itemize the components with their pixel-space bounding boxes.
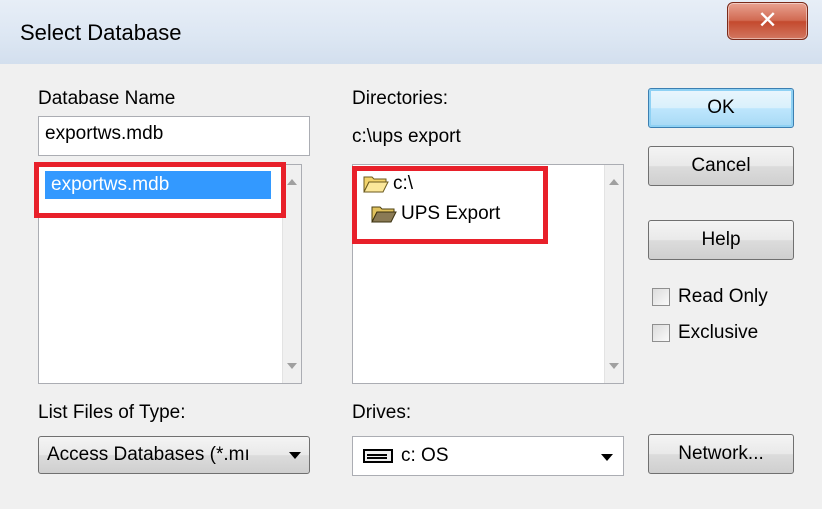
drives-label: Drives: bbox=[352, 402, 412, 423]
select-database-dialog: Select Database ✕ Database Name exportws… bbox=[0, 0, 822, 509]
chevron-down-icon[interactable] bbox=[289, 452, 301, 459]
read-only-checkbox[interactable] bbox=[652, 288, 670, 306]
exclusive-checkbox[interactable] bbox=[652, 324, 670, 342]
file-type-label: List Files of Type: bbox=[38, 402, 186, 423]
title-bar[interactable]: Select Database ✕ bbox=[0, 0, 822, 65]
drives-select[interactable]: c: OS bbox=[352, 436, 624, 476]
close-button[interactable]: ✕ bbox=[727, 2, 808, 40]
window-title: Select Database bbox=[20, 20, 182, 45]
ok-button[interactable]: OK bbox=[648, 88, 794, 128]
close-icon: ✕ bbox=[757, 7, 778, 34]
read-only-label: Read Only bbox=[678, 286, 768, 307]
drives-value: c: OS bbox=[401, 445, 449, 466]
scroll-down-icon[interactable] bbox=[609, 363, 619, 369]
hard-drive-icon bbox=[363, 449, 393, 463]
file-type-select[interactable]: Access Databases (*.mı bbox=[38, 436, 310, 474]
directories-label: Directories: bbox=[352, 88, 449, 109]
directory-scrollbar[interactable] bbox=[604, 165, 623, 383]
scroll-up-icon[interactable] bbox=[287, 179, 297, 185]
database-name-input[interactable]: exportws.mdb bbox=[38, 116, 310, 156]
help-button[interactable]: Help bbox=[648, 220, 794, 260]
highlight-box-file bbox=[34, 162, 286, 218]
scroll-up-icon[interactable] bbox=[609, 179, 619, 185]
read-only-option[interactable]: Read Only bbox=[652, 286, 768, 308]
current-path: c:\ups export bbox=[352, 126, 461, 147]
exclusive-label: Exclusive bbox=[678, 322, 759, 343]
database-name-label: Database Name bbox=[38, 88, 176, 109]
exclusive-option[interactable]: Exclusive bbox=[652, 322, 758, 344]
scroll-down-icon[interactable] bbox=[287, 363, 297, 369]
network-button[interactable]: Network... bbox=[648, 434, 794, 474]
database-name-value: exportws.mdb bbox=[45, 123, 164, 144]
highlight-box-directory bbox=[352, 166, 548, 244]
cancel-button[interactable]: Cancel bbox=[648, 146, 794, 186]
file-type-value: Access Databases (*.mı bbox=[47, 444, 250, 465]
dialog-body: Database Name exportws.mdb exportws.mdb … bbox=[0, 64, 822, 509]
chevron-down-icon[interactable] bbox=[601, 454, 613, 461]
